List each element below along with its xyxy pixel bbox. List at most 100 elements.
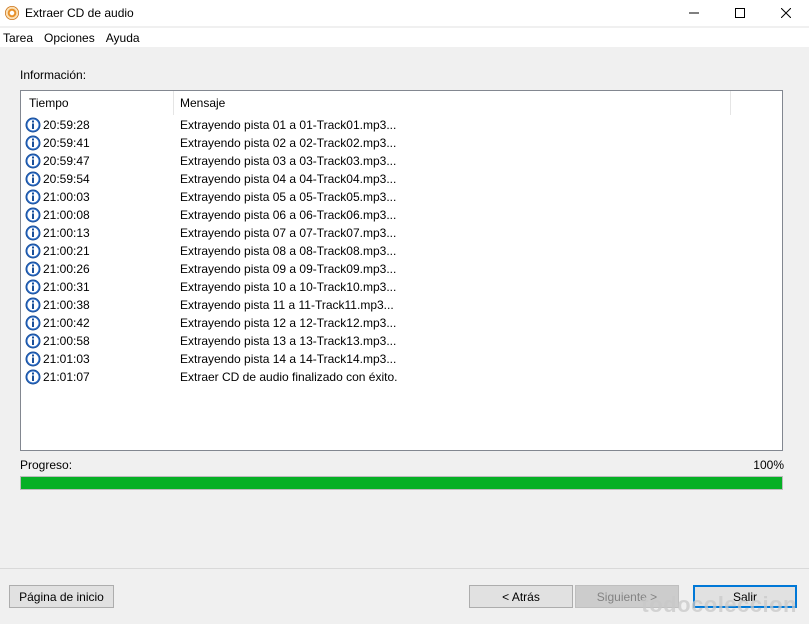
- list-header: Tiempo Mensaje: [21, 91, 782, 115]
- list-item-message: Extrayendo pista 09 a 09-Track09.mp3...: [180, 262, 397, 276]
- list-item-time: 20:59:41: [43, 136, 90, 150]
- list-item-time: 21:00:26: [43, 262, 90, 276]
- progress-bar: [20, 476, 783, 490]
- list-item-message: Extrayendo pista 04 a 04-Track04.mp3...: [180, 172, 397, 186]
- list-item[interactable]: 20:59:28 Extrayendo pista 01 a 01-Track01…: [21, 116, 782, 134]
- list-item-time: 20:59:47: [43, 154, 90, 168]
- list-item-message: Extrayendo pista 08 a 08-Track08.mp3...: [180, 244, 397, 258]
- list-item-time: 21:00:03: [43, 190, 90, 204]
- footer-separator: [0, 568, 809, 569]
- list-item[interactable]: 21:01:03 Extrayendo pista 14 a 14-Track14…: [21, 350, 782, 368]
- list-item-time: 21:00:38: [43, 298, 90, 312]
- list-item-time-cell: 21:00:58: [21, 333, 174, 349]
- list-item-time: 20:59:28: [43, 118, 90, 132]
- window-controls: [671, 0, 809, 26]
- info-label: Información:: [20, 68, 87, 82]
- menu-opciones[interactable]: Opciones: [40, 31, 102, 45]
- home-page-button[interactable]: Página de inicio: [9, 585, 114, 608]
- list-item-time-cell: 20:59:41: [21, 135, 174, 151]
- list-item-message: Extrayendo pista 03 a 03-Track03.mp3...: [180, 154, 397, 168]
- menu-bar: Tarea Opciones Ayuda: [0, 28, 809, 47]
- list-item-time-cell: 20:59:54: [21, 171, 174, 187]
- list-item[interactable]: 21:00:31 Extrayendo pista 10 a 10-Track10…: [21, 278, 782, 296]
- list-item-time: 21:00:58: [43, 334, 90, 348]
- info-icon: [25, 225, 41, 241]
- progress-fill: [21, 477, 782, 489]
- list-item-message: Extrayendo pista 14 a 14-Track14.mp3...: [180, 352, 397, 366]
- info-icon: [25, 171, 41, 187]
- title-bar: Extraer CD de audio: [0, 0, 809, 26]
- info-icon: [25, 315, 41, 331]
- list-item-time: 21:01:07: [43, 370, 90, 384]
- window-title: Extraer CD de audio: [25, 6, 134, 20]
- list-item-time: 21:00:08: [43, 208, 90, 222]
- list-item-time-cell: 21:00:03: [21, 189, 174, 205]
- watermark: todocoleccion: [641, 592, 797, 617]
- maximize-icon: [735, 8, 745, 18]
- list-item[interactable]: 21:01:07 Extraer CD de audio finalizado c…: [21, 368, 782, 386]
- list-item[interactable]: 21:00:08 Extrayendo pista 06 a 06-Track06…: [21, 206, 782, 224]
- cd-audio-icon: [5, 6, 19, 20]
- list-item-message: Extrayendo pista 07 a 07-Track07.mp3...: [180, 226, 397, 240]
- info-icon: [25, 333, 41, 349]
- list-item-time-cell: 21:00:31: [21, 279, 174, 295]
- log-list[interactable]: Tiempo Mensaje 20:59:28 Extrayendo pista …: [20, 90, 783, 451]
- info-icon: [25, 243, 41, 259]
- list-item-time-cell: 21:00:13: [21, 225, 174, 241]
- list-item-message: Extrayendo pista 05 a 05-Track05.mp3...: [180, 190, 397, 204]
- info-icon: [25, 369, 41, 385]
- back-button[interactable]: < Atrás: [469, 585, 573, 608]
- minimize-icon: [689, 12, 699, 14]
- list-item-message: Extrayendo pista 13 a 13-Track13.mp3...: [180, 334, 397, 348]
- list-item-message: Extrayendo pista 01 a 01-Track01.mp3...: [180, 118, 397, 132]
- info-icon: [25, 117, 41, 133]
- list-item[interactable]: 21:00:13 Extrayendo pista 07 a 07-Track07…: [21, 224, 782, 242]
- info-icon: [25, 261, 41, 277]
- list-item-time: 21:00:21: [43, 244, 90, 258]
- list-item[interactable]: 20:59:54 Extrayendo pista 04 a 04-Track04…: [21, 170, 782, 188]
- menu-tarea[interactable]: Tarea: [0, 31, 40, 45]
- column-header-mensaje[interactable]: Mensaje: [174, 91, 731, 115]
- list-item[interactable]: 21:00:03 Extrayendo pista 05 a 05-Track05…: [21, 188, 782, 206]
- list-item-time-cell: 20:59:47: [21, 153, 174, 169]
- list-item-time: 20:59:54: [43, 172, 90, 186]
- list-item-time: 21:01:03: [43, 352, 90, 366]
- list-item-time-cell: 21:00:08: [21, 207, 174, 223]
- list-item[interactable]: 21:00:21 Extrayendo pista 08 a 08-Track08…: [21, 242, 782, 260]
- list-item[interactable]: 20:59:47 Extrayendo pista 03 a 03-Track03…: [21, 152, 782, 170]
- menu-ayuda[interactable]: Ayuda: [102, 31, 147, 45]
- info-icon: [25, 351, 41, 367]
- list-item-message: Extrayendo pista 06 a 06-Track06.mp3...: [180, 208, 397, 222]
- maximize-button[interactable]: [717, 0, 763, 26]
- list-item[interactable]: 21:00:38 Extrayendo pista 11 a 11-Track11…: [21, 296, 782, 314]
- list-item[interactable]: 21:00:26 Extrayendo pista 09 a 09-Track09…: [21, 260, 782, 278]
- list-item-time: 21:00:13: [43, 226, 90, 240]
- list-item-time-cell: 21:00:26: [21, 261, 174, 277]
- minimize-button[interactable]: [671, 0, 717, 26]
- list-item-time-cell: 21:00:21: [21, 243, 174, 259]
- info-icon: [25, 189, 41, 205]
- list-item-message: Extrayendo pista 12 a 12-Track12.mp3...: [180, 316, 397, 330]
- list-item-message: Extrayendo pista 02 a 02-Track02.mp3...: [180, 136, 397, 150]
- list-item-time: 21:00:42: [43, 316, 90, 330]
- list-item[interactable]: 21:00:58 Extrayendo pista 13 a 13-Track13…: [21, 332, 782, 350]
- list-item-message: Extrayendo pista 10 a 10-Track10.mp3...: [180, 280, 397, 294]
- list-item-time-cell: 21:01:03: [21, 351, 174, 367]
- list-rows: 20:59:28 Extrayendo pista 01 a 01-Track01…: [21, 116, 782, 386]
- list-item-time-cell: 21:00:38: [21, 297, 174, 313]
- progress-label: Progreso:: [20, 458, 73, 472]
- info-icon: [25, 279, 41, 295]
- list-item-time-cell: 21:00:42: [21, 315, 174, 331]
- close-button[interactable]: [763, 0, 809, 26]
- list-item[interactable]: 20:59:41 Extrayendo pista 02 a 02-Track02…: [21, 134, 782, 152]
- column-header-tiempo[interactable]: Tiempo: [21, 91, 174, 115]
- progress-percent: 100%: [753, 458, 784, 472]
- close-icon: [781, 8, 791, 18]
- list-item-time-cell: 21:01:07: [21, 369, 174, 385]
- list-item-time: 21:00:31: [43, 280, 90, 294]
- list-item[interactable]: 21:00:42 Extrayendo pista 12 a 12-Track12…: [21, 314, 782, 332]
- list-item-message: Extrayendo pista 11 a 11-Track11.mp3...: [180, 298, 394, 312]
- info-icon: [25, 135, 41, 151]
- info-icon: [25, 207, 41, 223]
- info-icon: [25, 297, 41, 313]
